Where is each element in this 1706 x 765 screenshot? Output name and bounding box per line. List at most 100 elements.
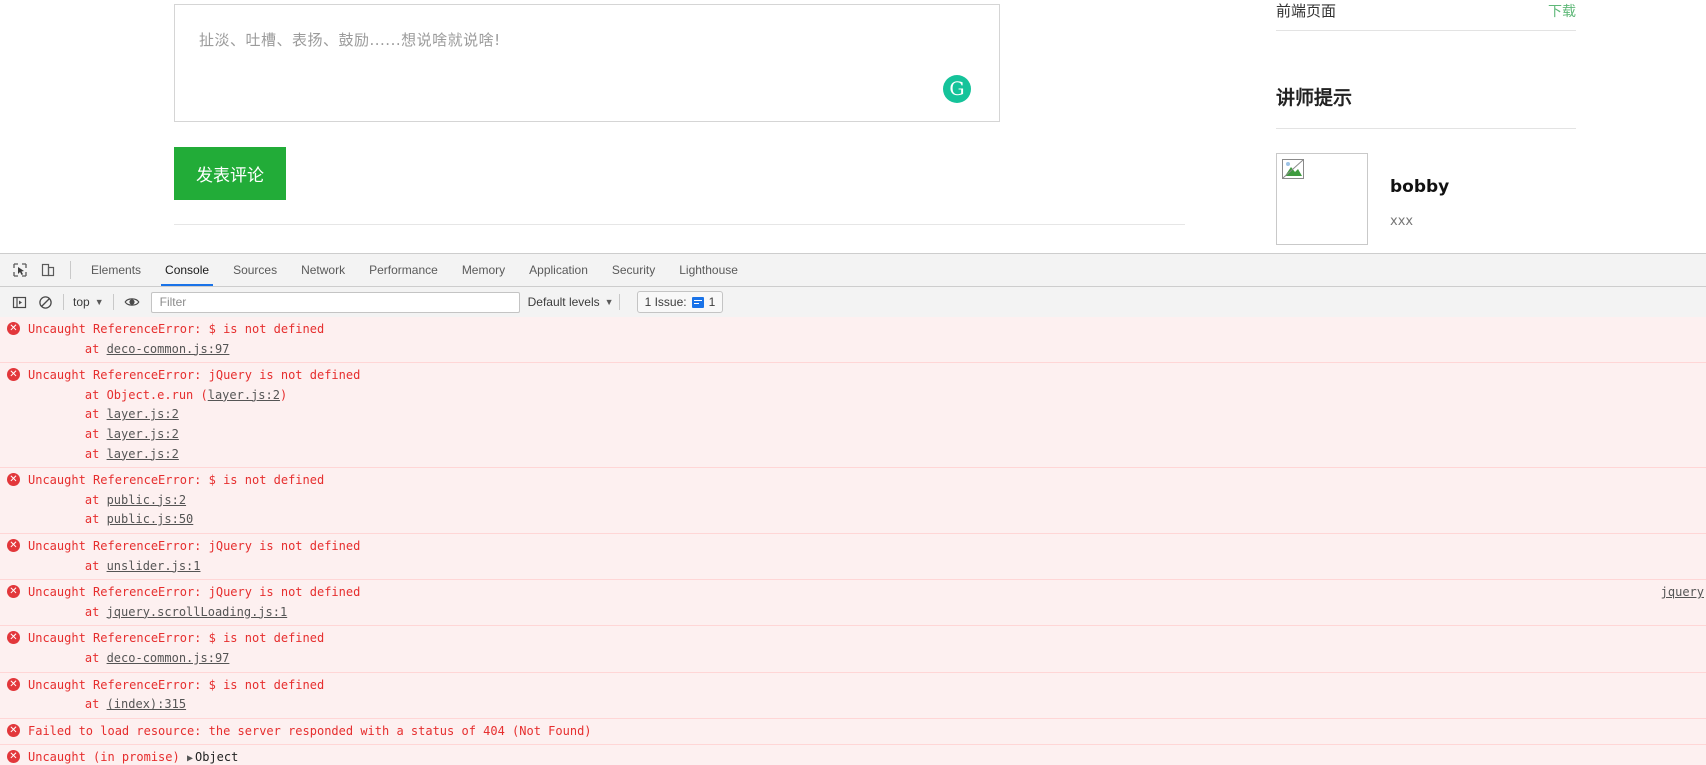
tab-sources[interactable]: Sources: [221, 254, 289, 286]
grammarly-icon[interactable]: G: [943, 75, 971, 103]
console-message-text: Uncaught ReferenceError: jQuery is not d…: [28, 538, 361, 553]
issues-label: 1 Issue:: [644, 295, 687, 309]
stack-frame: at public.js:50: [28, 510, 1706, 530]
console-message-list[interactable]: ✕ Uncaught ReferenceError: $ is not defi…: [0, 317, 1706, 765]
stack-prefix: at Object.e.run (: [56, 387, 208, 402]
error-icon: ✕: [7, 750, 20, 764]
console-message[interactable]: ✕ Uncaught ReferenceError: $ is not defi…: [0, 672, 1706, 719]
console-message[interactable]: ✕ Uncaught ReferenceError: jQuery is not…: [0, 363, 1706, 469]
comment-form: 扯淡、吐槽、表扬、鼓励......想说啥就说啥! G 发表评论: [174, 4, 1002, 200]
source-link[interactable]: public.js:50: [107, 512, 194, 526]
error-icon: ✕: [7, 322, 20, 335]
source-link[interactable]: public.js:2: [107, 493, 186, 507]
console-message-text: Uncaught ReferenceError: $ is not define…: [28, 473, 325, 488]
toolbar-separator-3: [618, 294, 620, 310]
console-message-text: Uncaught (in promise) ▶ Object: [28, 748, 1706, 765]
error-icon: ✕: [7, 677, 20, 691]
stack-frame: at public.js:2: [28, 491, 1706, 511]
sidebar-divider-top: [1276, 30, 1576, 31]
tab-security[interactable]: Security: [600, 254, 667, 286]
console-message[interactable]: ✕ Uncaught ReferenceError: jQuery is not…: [0, 580, 1706, 627]
source-link[interactable]: deco-common.js:97: [107, 342, 230, 356]
stack-frame: at deco-common.js:97: [28, 649, 1706, 669]
source-link[interactable]: (index):315: [107, 697, 186, 711]
log-levels-selector[interactable]: Default levels ▼: [528, 295, 614, 309]
tab-memory[interactable]: Memory: [450, 254, 517, 286]
stack-frame: at layer.js:2: [28, 445, 1706, 465]
console-message[interactable]: ✕ Failed to load resource: the server re…: [0, 718, 1706, 746]
source-link[interactable]: layer.js:2: [208, 388, 280, 402]
stack-prefix: at: [56, 426, 107, 441]
tab-performance[interactable]: Performance: [357, 254, 450, 286]
live-expression-eye-icon[interactable]: [119, 289, 145, 315]
attachment-name: 前端页面: [1276, 2, 1337, 20]
console-message[interactable]: ✕ Uncaught ReferenceError: $ is not defi…: [0, 468, 1706, 534]
error-icon: ✕: [7, 585, 20, 599]
submit-comment-button[interactable]: 发表评论: [174, 147, 286, 200]
broken-image-icon: [1282, 159, 1304, 179]
tab-lighthouse[interactable]: Lighthouse: [667, 254, 750, 286]
message-source-link[interactable]: jquery: [1661, 583, 1704, 603]
stack-prefix: at: [56, 341, 107, 356]
error-icon: ✕: [7, 723, 20, 737]
console-message[interactable]: ✕ Uncaught (in promise) ▶ Object: [0, 745, 1706, 765]
filter-input[interactable]: [157, 294, 513, 310]
source-link[interactable]: jquery.scrollLoading.js:1: [107, 605, 288, 619]
tab-elements[interactable]: Elements: [79, 254, 153, 286]
console-filter-field[interactable]: [150, 291, 520, 313]
issues-badge[interactable]: 1 Issue: 1: [636, 291, 724, 313]
source-link[interactable]: layer.js:2: [107, 447, 179, 461]
console-message[interactable]: ✕ Uncaught ReferenceError: jQuery is not…: [0, 533, 1706, 581]
device-toolbar-icon[interactable]: [34, 254, 62, 286]
instructor-name: bobby: [1390, 177, 1450, 197]
instructor-card: bobby xxx: [1276, 153, 1576, 245]
console-message-text: Uncaught ReferenceError: $ is not define…: [28, 322, 325, 336]
download-link[interactable]: 下载: [1548, 1, 1576, 21]
stack-prefix: at: [56, 512, 107, 527]
source-link[interactable]: layer.js:2: [107, 427, 179, 441]
expand-triangle-icon[interactable]: ▶: [187, 749, 193, 765]
promise-rejection-text: Uncaught (in promise): [28, 750, 187, 765]
issue-message-icon: [691, 296, 704, 308]
tab-console[interactable]: Console: [153, 254, 221, 286]
error-icon: ✕: [7, 473, 20, 487]
clear-console-icon[interactable]: [32, 289, 58, 315]
object-preview[interactable]: Object: [195, 750, 238, 764]
console-toolbar: top ▼ Default levels ▼ 1 Issue:: [0, 287, 1706, 318]
console-message[interactable]: ✕ Uncaught ReferenceError: $ is not defi…: [0, 317, 1706, 364]
stack-suffix: ): [279, 387, 288, 402]
tab-network[interactable]: Network: [289, 254, 357, 286]
inspect-element-icon[interactable]: [6, 254, 34, 286]
console-sidebar-toggle-icon[interactable]: [6, 289, 32, 315]
chevron-down-icon: ▼: [94, 297, 104, 307]
toolbar-separator-1: [63, 294, 64, 310]
avatar: [1276, 153, 1368, 245]
source-link[interactable]: unslider.js:1: [107, 559, 201, 573]
stack-frame: at layer.js:2: [28, 425, 1706, 445]
stack-frame: at Object.e.run (layer.js:2): [28, 386, 1706, 406]
instructor-tips-heading: 讲师提示: [1276, 87, 1353, 109]
devtools-panel: Elements Console Sources Network Perform…: [0, 253, 1706, 765]
source-link[interactable]: layer.js:2: [107, 407, 179, 421]
stack-frame: at (index):315: [28, 695, 1706, 715]
stack-frame: at deco-common.js:97: [28, 340, 1706, 360]
stack-prefix: at: [56, 492, 107, 507]
execution-context-selector[interactable]: top ▼: [69, 295, 108, 309]
comment-textarea-wrapper[interactable]: 扯淡、吐槽、表扬、鼓励......想说啥就说啥! G: [174, 4, 1000, 122]
console-message-text: Failed to load resource: the server resp…: [28, 723, 592, 738]
stack-frame: at layer.js:2: [28, 405, 1706, 425]
console-message-text: Uncaught ReferenceError: $ is not define…: [28, 677, 325, 692]
error-icon: ✕: [7, 631, 20, 645]
comment-placeholder: 扯淡、吐槽、表扬、鼓励......想说啥就说啥!: [199, 31, 501, 49]
tab-application[interactable]: Application: [517, 254, 600, 286]
source-link[interactable]: deco-common.js:97: [107, 651, 230, 665]
execution-context-label: top: [73, 295, 90, 309]
stack-prefix: at: [56, 446, 107, 461]
stack-prefix: at: [56, 697, 107, 712]
toolbar-separator-2: [112, 294, 114, 310]
instructor-info: bobby xxx: [1390, 153, 1449, 245]
devtools-tabbar: Elements Console Sources Network Perform…: [0, 254, 1706, 287]
stack-prefix: at: [56, 407, 107, 422]
console-message[interactable]: ✕ Uncaught ReferenceError: $ is not defi…: [0, 626, 1706, 673]
tabbar-separator: [70, 261, 71, 279]
